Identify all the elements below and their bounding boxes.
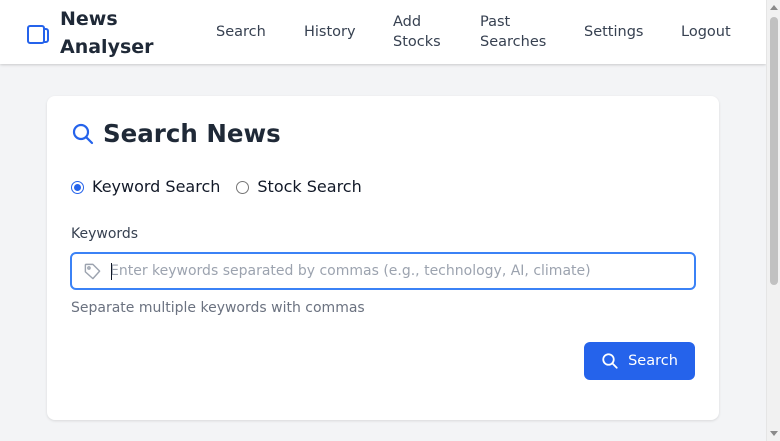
nav-logout[interactable]: Logout bbox=[681, 22, 731, 42]
search-icon bbox=[72, 123, 94, 145]
nav-settings[interactable]: Settings bbox=[584, 22, 643, 42]
nav-past-searches[interactable]: Past Searches bbox=[480, 12, 546, 52]
nav-add-stocks-line2: Stocks bbox=[393, 34, 441, 50]
keywords-helper-text: Separate multiple keywords with commas bbox=[71, 300, 365, 316]
nav-add-stocks-line1: Add bbox=[393, 14, 422, 30]
nav-add-stocks[interactable]: Add Stocks bbox=[393, 12, 441, 52]
brand-name-line1: News bbox=[60, 8, 118, 30]
brand[interactable]: News Analyser bbox=[26, 5, 154, 61]
stock-search-option[interactable]: Stock Search bbox=[236, 176, 362, 198]
brand-name: News Analyser bbox=[60, 5, 154, 61]
stock-search-radio[interactable] bbox=[236, 180, 250, 194]
nav-past-searches-line1: Past bbox=[480, 14, 511, 30]
brand-name-line2: Analyser bbox=[60, 36, 154, 58]
nav-search[interactable]: Search bbox=[216, 22, 266, 42]
stock-search-label: Stock Search bbox=[257, 177, 362, 196]
keywords-label: Keywords bbox=[71, 226, 139, 242]
tablet-icon bbox=[27, 25, 49, 44]
scroll-thumb[interactable] bbox=[770, 17, 778, 285]
tag-icon bbox=[84, 263, 101, 280]
nav-past-searches-line2: Searches bbox=[480, 34, 547, 50]
search-button-label: Search bbox=[628, 353, 678, 369]
card-title-text: Search News bbox=[103, 119, 281, 148]
keyword-search-radio[interactable] bbox=[71, 180, 84, 194]
navbar: News Analyser Search History Add Stocks … bbox=[0, 0, 766, 64]
search-icon bbox=[602, 353, 618, 369]
keyword-search-option[interactable]: Keyword Search bbox=[71, 176, 220, 198]
keywords-field[interactable] bbox=[70, 252, 696, 290]
search-card: Search News Keyword Search Stock Search … bbox=[47, 96, 719, 420]
scroll-up-arrow-icon[interactable] bbox=[770, 5, 778, 10]
search-type-group: Keyword Search Stock Search bbox=[71, 176, 378, 198]
vertical-scrollbar[interactable] bbox=[766, 0, 780, 441]
keyword-search-label: Keyword Search bbox=[92, 177, 221, 196]
text-caret bbox=[111, 263, 112, 280]
scroll-down-arrow-icon[interactable] bbox=[770, 431, 778, 436]
keywords-input[interactable] bbox=[110, 254, 690, 288]
card-title: Search News bbox=[71, 118, 281, 150]
search-button[interactable]: Search bbox=[584, 342, 695, 380]
nav-history[interactable]: History bbox=[304, 22, 356, 42]
